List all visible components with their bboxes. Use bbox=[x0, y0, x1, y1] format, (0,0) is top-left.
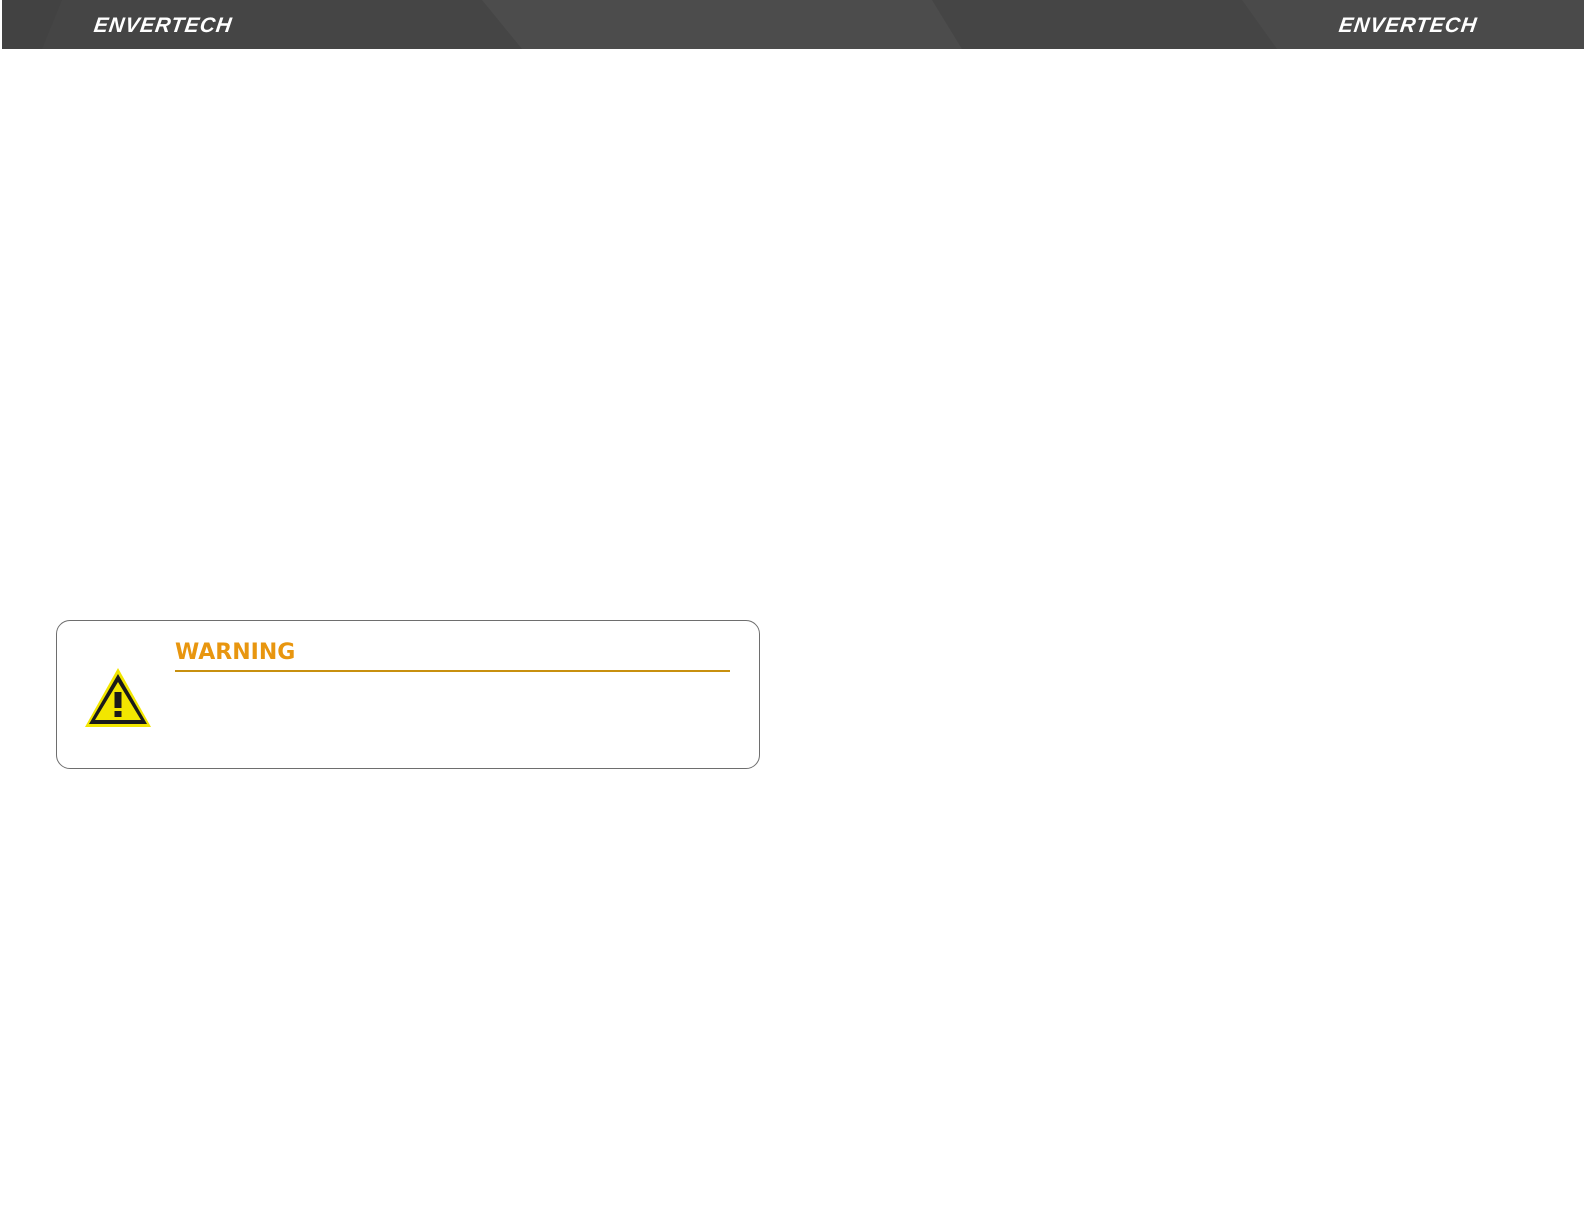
warning-divider bbox=[175, 670, 730, 672]
brand-logo-right: ENVERTECH bbox=[1337, 14, 1479, 37]
brand-logo-left: ENVERTECH bbox=[92, 14, 234, 37]
page-header: ENVERTECH ENVERTECH bbox=[2, 0, 1584, 49]
warning-box: WARNING bbox=[56, 620, 760, 769]
warning-triangle-icon bbox=[85, 668, 151, 727]
warning-title: WARNING bbox=[175, 640, 296, 665]
